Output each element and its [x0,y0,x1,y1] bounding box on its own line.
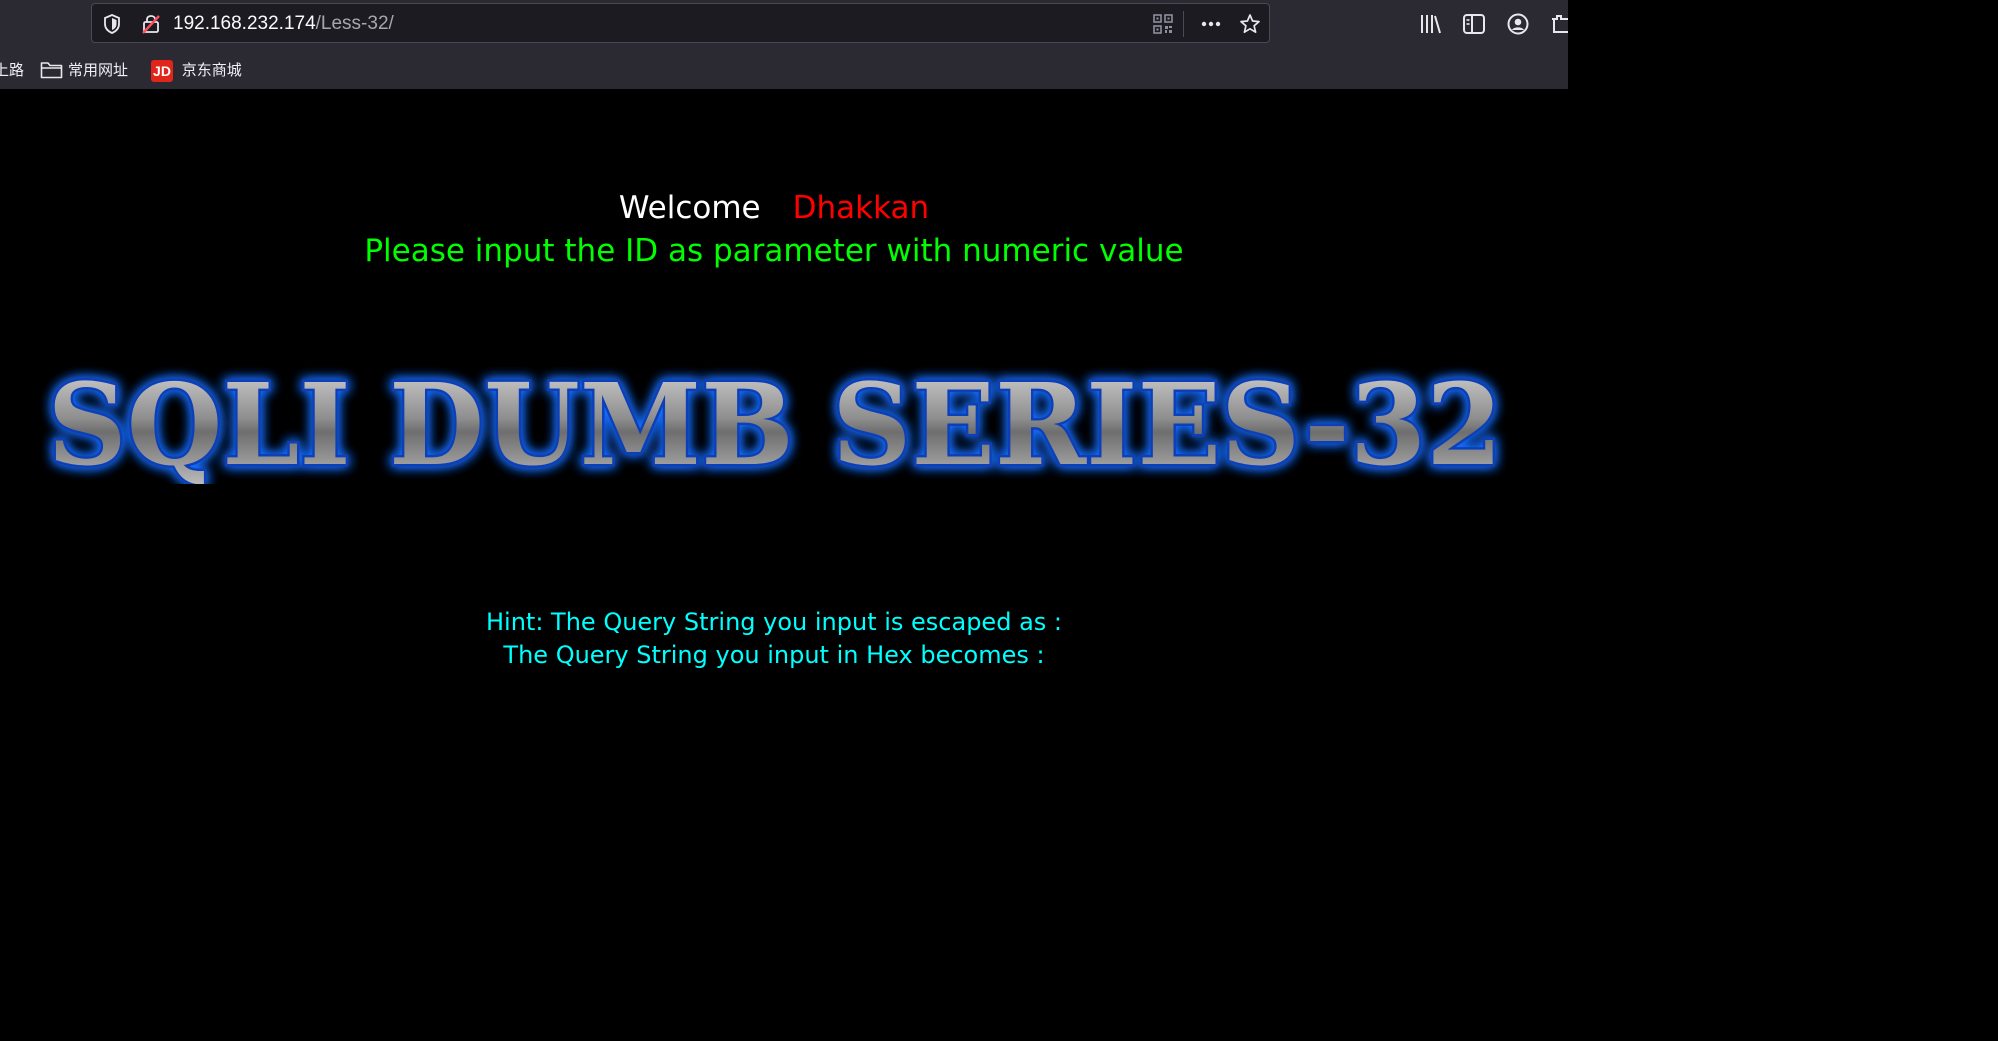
bookmark-label: 京东商城 [181,61,242,79]
star-icon[interactable] [1239,13,1261,35]
bookmark-item[interactable]: JD 京东商城 [151,58,242,82]
url-path: /Less-32/ [315,13,394,34]
insecure-lock-icon[interactable] [140,13,162,35]
bookmarks-toolbar: 上路 常用网址 JD 京东商城 [0,53,1568,87]
urlbar-divider [1183,11,1184,37]
hint-escaped: Hint: The Query String you input is esca… [486,608,1062,636]
extension-icon[interactable] [1548,12,1572,36]
welcome-user: Dhakkan [792,190,930,226]
url-bar[interactable]: 192.168.232.174/Less-32/ [91,3,1270,43]
folder-icon [40,62,63,79]
hint-hex: The Query String you input in Hex become… [503,641,1045,669]
instruction-text: Please input the ID as parameter with nu… [364,233,1184,269]
bookmark-label: 常用网址 [68,61,129,79]
library-icon[interactable] [1418,12,1442,36]
bookmark-folder[interactable]: 常用网址 [40,58,128,82]
url-host: 192.168.232.174 [173,13,316,34]
sidebar-icon[interactable] [1462,12,1486,36]
banner-text: SQLI DUMB SERIES-32 [48,364,1503,484]
more-icon[interactable] [1200,13,1222,35]
qr-code-icon[interactable] [1152,13,1174,35]
welcome-line: Welcome Dhakkan [0,188,1548,228]
url-text[interactable]: 192.168.232.174/Less-32/ [173,11,394,37]
bookmark-item[interactable]: 上路 [0,58,24,82]
shield-icon[interactable] [101,13,123,35]
account-icon[interactable] [1506,12,1530,36]
jd-logo-icon: JD [151,59,173,82]
sqli-banner: SQLI DUMB SERIES-32 [45,364,1505,484]
page-content: Welcome Dhakkan Please input the ID as pa… [0,89,1568,817]
bookmark-label: 上路 [0,61,25,79]
browser-chrome: 192.168.232.174/Less-32/ 上路 常用网址 JD 京东商城 [0,0,1568,89]
welcome-label: Welcome [618,190,761,226]
